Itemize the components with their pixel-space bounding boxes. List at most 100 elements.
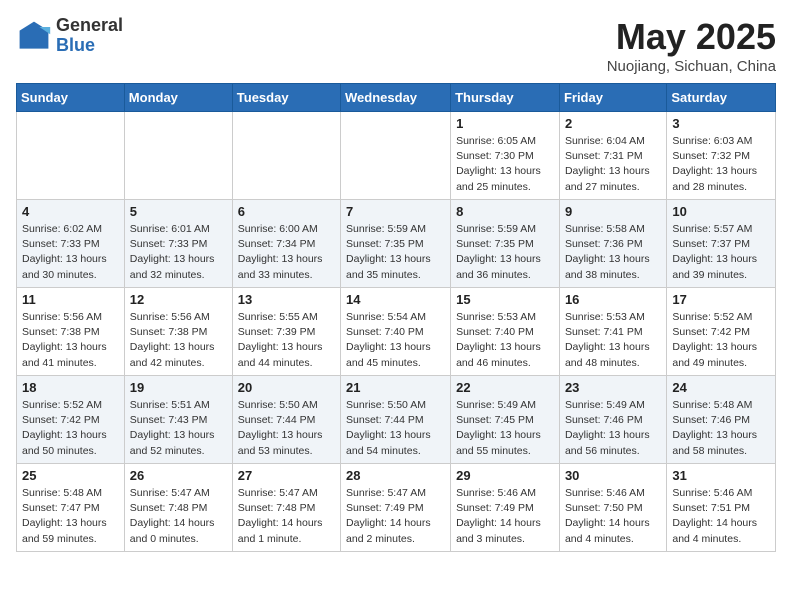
day-content: Sunrise: 6:04 AM Sunset: 7:31 PM Dayligh… <box>565 134 661 195</box>
day-content: Sunrise: 5:46 AM Sunset: 7:49 PM Dayligh… <box>456 486 554 547</box>
calendar-week-5: 25 Sunrise: 5:48 AM Sunset: 7:47 PM Dayli… <box>17 464 776 552</box>
day-number: 25 <box>22 468 119 483</box>
logo: General Blue <box>16 16 123 56</box>
day-number: 7 <box>346 204 445 219</box>
day-number: 24 <box>672 380 770 395</box>
day-number: 8 <box>456 204 554 219</box>
calendar-cell: 15 Sunrise: 5:53 AM Sunset: 7:40 PM Dayli… <box>451 288 560 376</box>
day-number: 31 <box>672 468 770 483</box>
day-number: 14 <box>346 292 445 307</box>
calendar-cell: 27 Sunrise: 5:47 AM Sunset: 7:48 PM Dayli… <box>232 464 340 552</box>
calendar-cell: 17 Sunrise: 5:52 AM Sunset: 7:42 PM Dayli… <box>667 288 776 376</box>
day-content: Sunrise: 5:49 AM Sunset: 7:46 PM Dayligh… <box>565 398 661 459</box>
logo-blue-text: Blue <box>56 35 95 55</box>
day-content: Sunrise: 5:46 AM Sunset: 7:51 PM Dayligh… <box>672 486 770 547</box>
calendar-week-1: 1 Sunrise: 6:05 AM Sunset: 7:30 PM Daylig… <box>17 112 776 200</box>
calendar-cell: 4 Sunrise: 6:02 AM Sunset: 7:33 PM Daylig… <box>17 200 125 288</box>
day-number: 18 <box>22 380 119 395</box>
calendar-cell: 28Sunrise: 5:47 AM Sunset: 7:49 PM Dayli… <box>341 464 451 552</box>
day-content: Sunrise: 6:00 AM Sunset: 7:34 PM Dayligh… <box>238 222 335 283</box>
calendar-week-2: 4 Sunrise: 6:02 AM Sunset: 7:33 PM Daylig… <box>17 200 776 288</box>
calendar-cell <box>17 112 125 200</box>
day-number: 10 <box>672 204 770 219</box>
calendar-header-row: SundayMondayTuesdayWednesdayThursdayFrid… <box>17 84 776 112</box>
day-content: Sunrise: 5:48 AM Sunset: 7:47 PM Dayligh… <box>22 486 119 547</box>
calendar-cell: 25 Sunrise: 5:48 AM Sunset: 7:47 PM Dayli… <box>17 464 125 552</box>
calendar-cell: 13 Sunrise: 5:55 AM Sunset: 7:39 PM Dayli… <box>232 288 340 376</box>
calendar-cell: 8 Sunrise: 5:59 AM Sunset: 7:35 PM Daylig… <box>451 200 560 288</box>
day-number: 15 <box>456 292 554 307</box>
day-number: 12 <box>130 292 227 307</box>
calendar-cell: 23 Sunrise: 5:49 AM Sunset: 7:46 PM Dayli… <box>559 376 666 464</box>
day-number: 30 <box>565 468 661 483</box>
day-content: Sunrise: 5:54 AM Sunset: 7:40 PM Dayligh… <box>346 310 445 371</box>
location-text: Nuojiang, Sichuan, China <box>607 58 776 75</box>
calendar-cell: 6 Sunrise: 6:00 AM Sunset: 7:34 PM Daylig… <box>232 200 340 288</box>
day-content: Sunrise: 5:47 AM Sunset: 7:48 PM Dayligh… <box>238 486 335 547</box>
day-content: Sunrise: 6:05 AM Sunset: 7:30 PM Dayligh… <box>456 134 554 195</box>
day-content: Sunrise: 5:52 AM Sunset: 7:42 PM Dayligh… <box>672 310 770 371</box>
calendar-cell: 18Sunrise: 5:52 AM Sunset: 7:42 PM Dayli… <box>17 376 125 464</box>
logo-general-text: General <box>56 15 123 35</box>
calendar-cell: 14 Sunrise: 5:54 AM Sunset: 7:40 PM Dayli… <box>341 288 451 376</box>
day-content: Sunrise: 5:46 AM Sunset: 7:50 PM Dayligh… <box>565 486 661 547</box>
calendar-cell <box>124 112 232 200</box>
day-number: 23 <box>565 380 661 395</box>
day-number: 3 <box>672 116 770 131</box>
day-content: Sunrise: 6:02 AM Sunset: 7:33 PM Dayligh… <box>22 222 119 283</box>
day-number: 5 <box>130 204 227 219</box>
day-content: Sunrise: 5:53 AM Sunset: 7:40 PM Dayligh… <box>456 310 554 371</box>
day-number: 22 <box>456 380 554 395</box>
day-content: Sunrise: 5:58 AM Sunset: 7:36 PM Dayligh… <box>565 222 661 283</box>
day-content: Sunrise: 5:47 AM Sunset: 7:49 PM Dayligh… <box>346 486 445 547</box>
calendar-cell: 11Sunrise: 5:56 AM Sunset: 7:38 PM Dayli… <box>17 288 125 376</box>
day-number: 6 <box>238 204 335 219</box>
calendar-week-4: 18Sunrise: 5:52 AM Sunset: 7:42 PM Dayli… <box>17 376 776 464</box>
day-content: Sunrise: 5:56 AM Sunset: 7:38 PM Dayligh… <box>130 310 227 371</box>
col-header-friday: Friday <box>559 84 666 112</box>
col-header-saturday: Saturday <box>667 84 776 112</box>
calendar-cell: 21 Sunrise: 5:50 AM Sunset: 7:44 PM Dayli… <box>341 376 451 464</box>
day-number: 1 <box>456 116 554 131</box>
col-header-monday: Monday <box>124 84 232 112</box>
calendar-cell: 9 Sunrise: 5:58 AM Sunset: 7:36 PM Daylig… <box>559 200 666 288</box>
calendar-cell: 12 Sunrise: 5:56 AM Sunset: 7:38 PM Dayli… <box>124 288 232 376</box>
col-header-tuesday: Tuesday <box>232 84 340 112</box>
calendar-cell: 29 Sunrise: 5:46 AM Sunset: 7:49 PM Dayli… <box>451 464 560 552</box>
day-number: 2 <box>565 116 661 131</box>
col-header-thursday: Thursday <box>451 84 560 112</box>
day-content: Sunrise: 5:59 AM Sunset: 7:35 PM Dayligh… <box>346 222 445 283</box>
page-header: General Blue May 2025 Nuojiang, Sichuan,… <box>16 16 776 75</box>
day-content: Sunrise: 5:55 AM Sunset: 7:39 PM Dayligh… <box>238 310 335 371</box>
day-content: Sunrise: 6:03 AM Sunset: 7:32 PM Dayligh… <box>672 134 770 195</box>
calendar-cell: 1 Sunrise: 6:05 AM Sunset: 7:30 PM Daylig… <box>451 112 560 200</box>
col-header-sunday: Sunday <box>17 84 125 112</box>
day-content: Sunrise: 5:48 AM Sunset: 7:46 PM Dayligh… <box>672 398 770 459</box>
day-content: Sunrise: 6:01 AM Sunset: 7:33 PM Dayligh… <box>130 222 227 283</box>
calendar-cell: 22Sunrise: 5:49 AM Sunset: 7:45 PM Dayli… <box>451 376 560 464</box>
title-block: May 2025 Nuojiang, Sichuan, China <box>607 16 776 75</box>
col-header-wednesday: Wednesday <box>341 84 451 112</box>
calendar-cell: 7 Sunrise: 5:59 AM Sunset: 7:35 PM Daylig… <box>341 200 451 288</box>
month-title: May 2025 <box>607 16 776 58</box>
calendar-cell: 30 Sunrise: 5:46 AM Sunset: 7:50 PM Dayli… <box>559 464 666 552</box>
calendar-cell <box>232 112 340 200</box>
day-number: 17 <box>672 292 770 307</box>
day-content: Sunrise: 5:59 AM Sunset: 7:35 PM Dayligh… <box>456 222 554 283</box>
day-number: 20 <box>238 380 335 395</box>
calendar-cell: 19Sunrise: 5:51 AM Sunset: 7:43 PM Dayli… <box>124 376 232 464</box>
calendar-table: SundayMondayTuesdayWednesdayThursdayFrid… <box>16 83 776 552</box>
day-number: 13 <box>238 292 335 307</box>
day-number: 27 <box>238 468 335 483</box>
day-content: Sunrise: 5:50 AM Sunset: 7:44 PM Dayligh… <box>238 398 335 459</box>
day-content: Sunrise: 5:57 AM Sunset: 7:37 PM Dayligh… <box>672 222 770 283</box>
day-number: 9 <box>565 204 661 219</box>
calendar-cell: 26Sunrise: 5:47 AM Sunset: 7:48 PM Dayli… <box>124 464 232 552</box>
day-content: Sunrise: 5:50 AM Sunset: 7:44 PM Dayligh… <box>346 398 445 459</box>
day-number: 21 <box>346 380 445 395</box>
day-number: 4 <box>22 204 119 219</box>
calendar-week-3: 11Sunrise: 5:56 AM Sunset: 7:38 PM Dayli… <box>17 288 776 376</box>
day-number: 29 <box>456 468 554 483</box>
day-content: Sunrise: 5:56 AM Sunset: 7:38 PM Dayligh… <box>22 310 119 371</box>
calendar-cell: 24 Sunrise: 5:48 AM Sunset: 7:46 PM Dayli… <box>667 376 776 464</box>
